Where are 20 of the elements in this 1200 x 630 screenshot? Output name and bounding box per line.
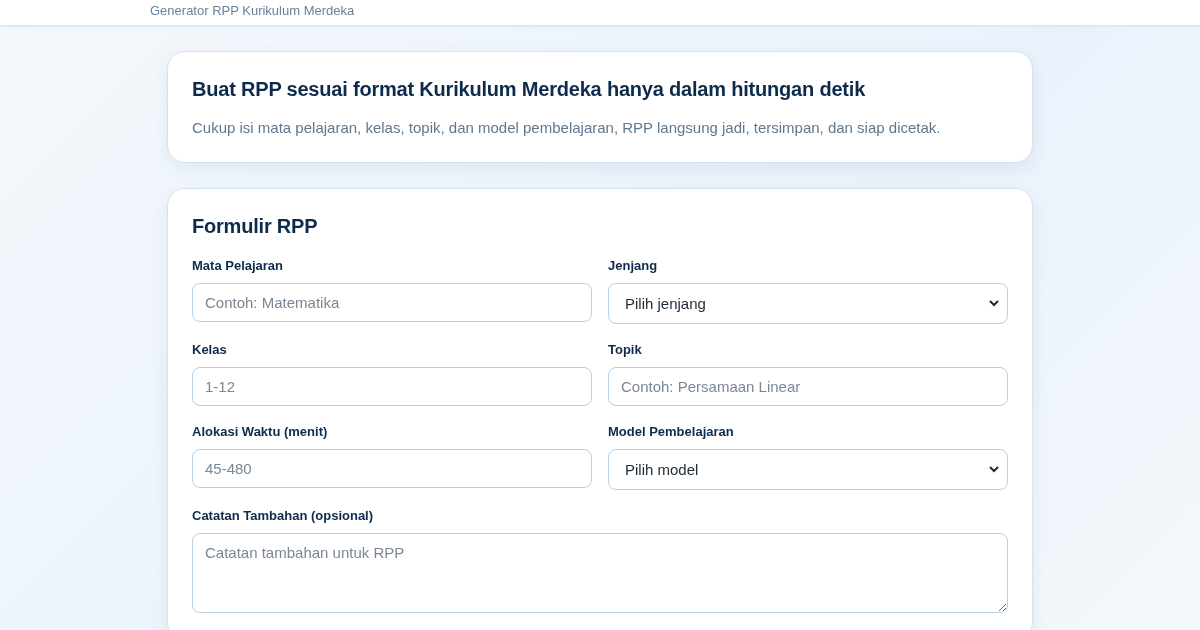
field-label: Topik bbox=[608, 342, 643, 357]
input-field[interactable]: 45-480 bbox=[192, 449, 592, 488]
field-label: Jenjang bbox=[608, 258, 659, 273]
app-subtitle: Generator RPP Kurikulum Merdeka bbox=[150, 4, 355, 18]
select-field[interactable]: Pilih model bbox=[608, 449, 1008, 490]
form-title: Formulir RPP bbox=[192, 215, 319, 238]
field-label: Model Pembelajaran bbox=[608, 424, 735, 439]
input-field[interactable]: Contoh: Persamaan Linear bbox=[608, 367, 1008, 406]
select-field[interactable]: Pilih jenjang bbox=[608, 283, 1008, 324]
input-field[interactable]: Contoh: Matematika bbox=[192, 283, 592, 322]
field-label: Catatan Tambahan (opsional) bbox=[192, 508, 375, 523]
intro-title: Buat RPP sesuai format Kurikulum Merdeka hanya dalam hitungan detik bbox=[192, 78, 867, 101]
field-label: Mata Pelajaran bbox=[192, 258, 285, 273]
intro-text: Cukup isi mata pelajaran, kelas, topik, dan model pembelajaran, RPP langsung jadi, tersimpan, dan siap dicetak. bbox=[192, 119, 942, 136]
chevron-down-icon bbox=[989, 300, 999, 307]
input-field[interactable]: 1-12 bbox=[192, 367, 592, 406]
field-label: Alokasi Waktu (menit) bbox=[192, 424, 329, 439]
textarea-field[interactable]: Catatan tambahan untuk RPP bbox=[192, 533, 1008, 613]
field-label: Kelas bbox=[192, 342, 228, 357]
chevron-down-icon bbox=[989, 466, 999, 473]
